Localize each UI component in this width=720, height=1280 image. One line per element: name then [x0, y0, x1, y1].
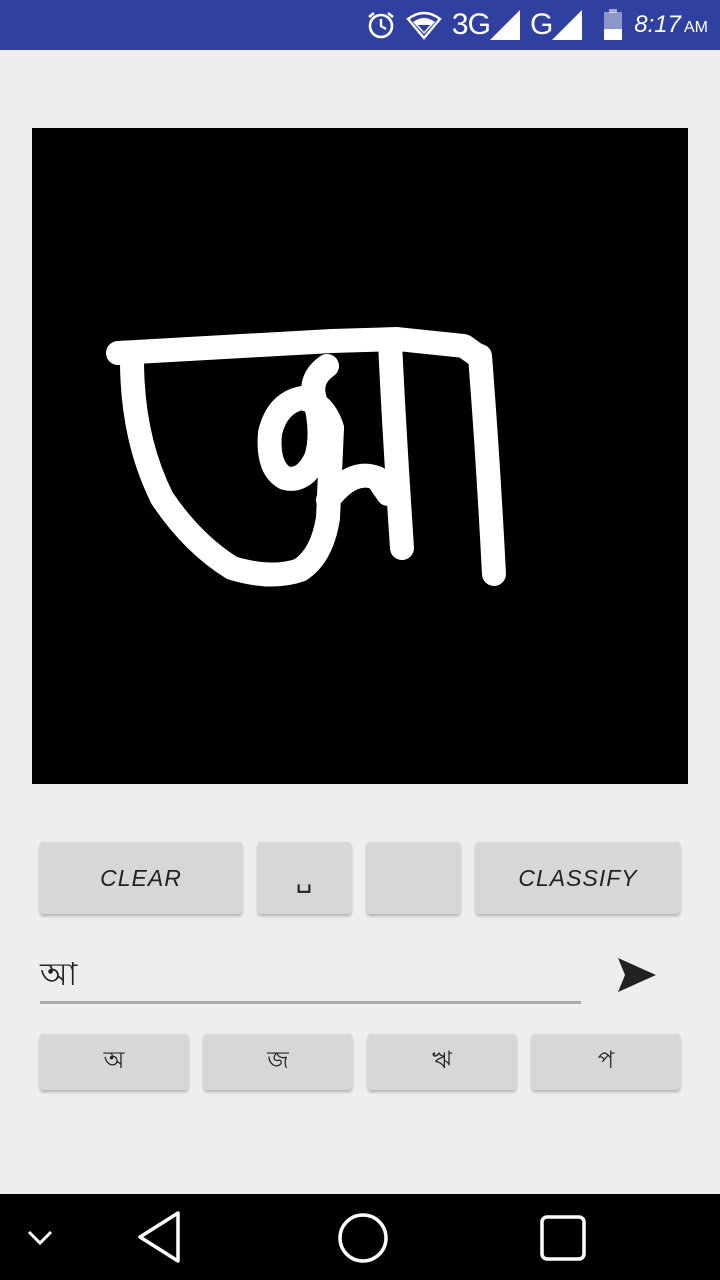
send-button[interactable]: [612, 952, 662, 998]
suggestion-button[interactable]: ঋ: [368, 1034, 516, 1090]
signal-icon: [552, 10, 583, 40]
wifi-icon: [406, 11, 442, 40]
clear-button[interactable]: CLEAR: [40, 842, 242, 914]
send-icon: [618, 958, 656, 992]
drawing-canvas[interactable]: [32, 128, 688, 784]
battery-icon: [604, 9, 623, 40]
network-type-1: 3G: [451, 8, 491, 41]
alarm-icon: [368, 11, 394, 39]
space-button[interactable]: ␣: [258, 842, 351, 914]
suggestion-button[interactable]: প: [532, 1034, 680, 1090]
network-type-2: G: [529, 8, 553, 41]
suggestion-button[interactable]: অ: [40, 1034, 188, 1090]
status-bar: 3G G 8:17 AM: [0, 0, 720, 50]
blank-button[interactable]: [367, 842, 460, 914]
status-time: 8:17 AM: [634, 11, 708, 38]
chevron-down-icon[interactable]: [24, 1222, 56, 1252]
handwritten-stroke: [106, 327, 506, 587]
navigation-bar: [0, 1194, 720, 1280]
classify-button[interactable]: CLASSIFY: [476, 842, 680, 914]
home-icon[interactable]: [336, 1211, 390, 1265]
recognized-text-field[interactable]: আ: [40, 952, 581, 1004]
recents-icon[interactable]: [538, 1213, 588, 1263]
back-icon[interactable]: [134, 1209, 186, 1265]
status-icons: 3G G 8:17 AM: [366, 0, 708, 50]
signal-icon: [489, 10, 520, 40]
suggestion-button[interactable]: জ: [204, 1034, 352, 1090]
